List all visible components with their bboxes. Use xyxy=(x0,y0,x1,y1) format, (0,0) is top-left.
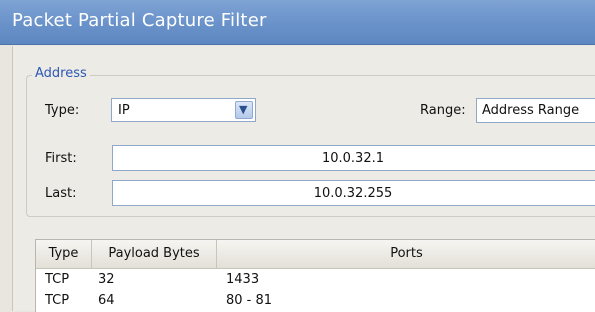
table-row[interactable]: TCP 32 1433 xyxy=(36,270,595,289)
chevron-down-icon: ▼ xyxy=(239,103,248,116)
last-label: Last: xyxy=(45,186,77,201)
first-label: First: xyxy=(45,151,77,166)
first-address-field[interactable]: 10.0.32.1 xyxy=(112,145,595,171)
column-header-payload-bytes[interactable]: Payload Bytes xyxy=(92,240,217,268)
range-label: Range: xyxy=(420,103,466,118)
title-bar[interactable]: Packet Partial Capture Filter xyxy=(0,0,595,45)
column-header-ports[interactable]: Ports xyxy=(217,240,595,268)
address-group-label: Address xyxy=(32,66,90,81)
cell-payload-bytes: 64 xyxy=(98,293,115,308)
cell-type: TCP xyxy=(45,272,70,287)
ports-table[interactable]: Type Payload Bytes Ports TCP 32 1433 TCP… xyxy=(35,239,595,312)
cell-type: TCP xyxy=(45,293,70,308)
table-row[interactable]: TCP 64 80 - 81 xyxy=(36,291,595,310)
type-select-value: IP xyxy=(118,103,130,118)
cell-ports: 1433 xyxy=(226,272,260,287)
type-select[interactable]: IP ▼ xyxy=(111,98,256,122)
first-address-value: 10.0.32.1 xyxy=(321,151,385,166)
cell-payload-bytes: 32 xyxy=(98,272,115,287)
table-header: Type Payload Bytes Ports xyxy=(36,240,595,269)
window-title: Packet Partial Capture Filter xyxy=(12,10,267,31)
column-header-type[interactable]: Type xyxy=(36,240,92,268)
cell-ports: 80 - 81 xyxy=(226,293,273,308)
range-select[interactable]: Address Range xyxy=(476,98,595,123)
last-address-value: 10.0.32.255 xyxy=(313,186,393,201)
last-address-field[interactable]: 10.0.32.255 xyxy=(112,180,595,206)
type-dropdown-button[interactable]: ▼ xyxy=(235,101,253,119)
type-label: Type: xyxy=(45,103,80,118)
range-select-value: Address Range xyxy=(482,103,580,118)
